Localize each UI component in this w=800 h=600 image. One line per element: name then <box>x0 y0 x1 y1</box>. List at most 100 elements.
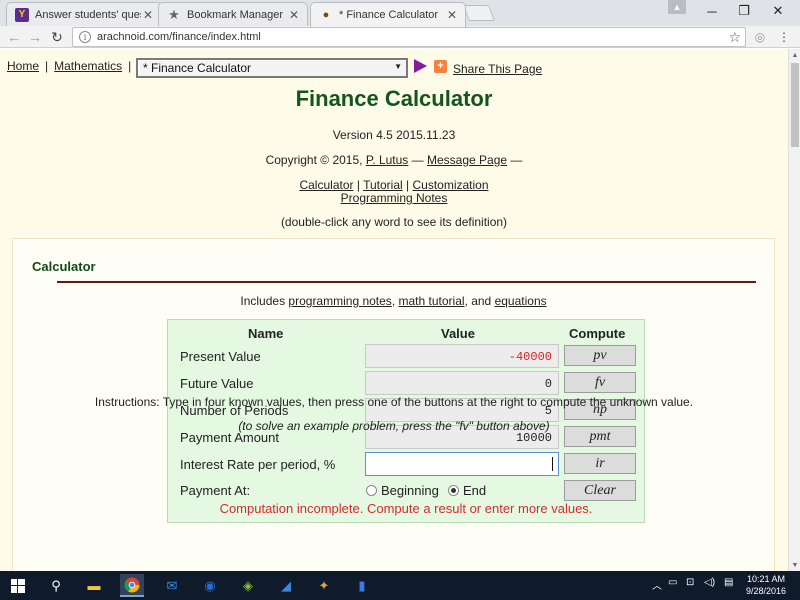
programming-notes-inline-link[interactable]: programming notes <box>288 294 391 308</box>
compute-fv-button[interactable]: fv <box>564 372 636 393</box>
back-icon[interactable]: ← <box>5 28 23 46</box>
extension-icon[interactable]: ◎ <box>752 29 768 45</box>
interest-rate-input[interactable] <box>365 452 559 476</box>
programming-notes-link[interactable]: Programming Notes <box>341 191 448 205</box>
nav-separator: | <box>128 59 132 73</box>
tray-chevron-icon[interactable]: ︿ <box>652 577 662 592</box>
page-title: Finance Calculator <box>295 86 493 111</box>
info-icon[interactable]: i <box>79 31 91 43</box>
clear-button[interactable]: Clear <box>564 480 636 501</box>
file-explorer-icon[interactable]: ▬ <box>82 574 106 597</box>
browser-toolbar: ← → ↻ i arachnoid.com/finance/index.html… <box>0 26 800 48</box>
message-page-link[interactable]: Message Page <box>427 153 507 167</box>
tutorial-link[interactable]: Tutorial <box>363 178 403 192</box>
taskbar-clock[interactable]: 10:21 AM 9/28/2016 <box>744 573 788 597</box>
future-value-label: Future Value <box>180 376 254 391</box>
thunderbird-icon[interactable]: ✉ <box>160 574 184 597</box>
future-value-input[interactable]: 0 <box>365 371 559 395</box>
tab-title: Answer students' questio <box>35 8 141 21</box>
link-separator: | <box>356 178 360 192</box>
star-icon: ★ <box>168 6 180 22</box>
firefox-icon[interactable]: ◉ <box>198 574 222 597</box>
radio-beginning[interactable]: Beginning <box>366 483 439 498</box>
windows-logo-icon <box>11 578 25 593</box>
tab-bookmark-manager[interactable]: ★ Bookmark Manager ✕ <box>158 2 308 26</box>
link-separator: | <box>406 178 410 192</box>
section-divider <box>57 281 756 283</box>
scrollbar-thumb[interactable] <box>791 63 799 147</box>
menu-icon[interactable]: ⋮ <box>776 29 792 45</box>
value-column-header: Value <box>441 326 475 341</box>
go-arrow-icon[interactable] <box>414 59 427 73</box>
page-scrollbar[interactable]: ▲ ▼ <box>788 49 800 571</box>
customization-link[interactable]: Customization <box>412 178 488 192</box>
bookmark-star-icon[interactable]: ☆ <box>728 29 741 46</box>
url-text: arachnoid.com/finance/index.html <box>97 31 261 43</box>
interest-rate-label: Interest Rate per period, % <box>180 457 336 472</box>
windows-start-icon[interactable] <box>6 574 30 597</box>
mathematics-link[interactable]: Mathematics <box>54 59 122 73</box>
web-page: Home | Mathematics | * Finance Calculato… <box>0 49 788 571</box>
text-cursor <box>552 457 553 471</box>
math-tutorial-link[interactable]: math tutorial <box>399 294 465 308</box>
new-tab-button[interactable] <box>463 5 495 21</box>
share-page-link[interactable]: Share This Page <box>453 62 542 76</box>
select-value: * Finance Calculator <box>143 61 252 75</box>
copyright-text: Copyright © 2015, <box>265 153 363 167</box>
chrome-logo-icon <box>124 577 140 592</box>
radio-end-button[interactable] <box>448 485 459 496</box>
radio-end[interactable]: End <box>448 483 486 498</box>
compute-pv-button[interactable]: pv <box>564 345 636 366</box>
compute-column-header: Compute <box>569 326 626 341</box>
close-icon[interactable]: ✕ <box>141 8 155 22</box>
tab-finance-calculator[interactable]: ● * Finance Calculator ✕ <box>310 2 466 27</box>
dash: — <box>411 153 424 167</box>
definition-hint: (double-click any word to see its defini… <box>280 215 508 229</box>
equations-link[interactable]: equations <box>495 294 547 308</box>
author-link[interactable]: P. Lutus <box>366 153 408 167</box>
radio-beginning-button[interactable] <box>366 485 377 496</box>
present-value-input[interactable]: -40000 <box>365 344 559 368</box>
site-nav: Home | Mathematics | <box>7 59 137 73</box>
radio-beginning-label: Beginning <box>381 483 439 498</box>
address-bar[interactable]: i arachnoid.com/finance/index.html ☆ <box>72 27 746 47</box>
forward-icon[interactable]: → <box>26 28 44 46</box>
radio-end-label: End <box>463 483 487 498</box>
volume-icon[interactable]: ◁) <box>704 577 715 588</box>
share-plus-icon[interactable]: + <box>434 60 447 73</box>
app-icon-3[interactable]: ✦ <box>312 574 336 597</box>
tab-title: Bookmark Manager <box>187 8 283 21</box>
yahoo-answers-icon: Y <box>15 7 29 22</box>
page-select-dropdown[interactable]: * Finance Calculator ▼ <box>136 58 408 78</box>
includes-line: Includes programming notes, math tutoria… <box>13 294 774 308</box>
reload-icon[interactable]: ↻ <box>48 28 66 46</box>
home-link[interactable]: Home <box>7 59 39 73</box>
payment-at-label: Payment At: <box>180 483 251 498</box>
window-close-icon[interactable]: ✕ <box>756 0 800 22</box>
app-icon-4[interactable]: ▮ <box>350 574 374 597</box>
status-message: Computation incomplete. Compute a result… <box>219 501 593 516</box>
includes-prefix: Includes <box>240 294 286 308</box>
profile-icon[interactable]: ▲ <box>668 0 686 14</box>
scroll-down-icon[interactable]: ▼ <box>789 559 800 571</box>
compute-ir-button[interactable]: ir <box>564 453 636 474</box>
battery-icon[interactable]: ▭ <box>668 577 677 588</box>
example-note: (to solve an example problem, press the … <box>238 419 550 433</box>
close-icon[interactable]: ✕ <box>287 8 301 22</box>
chevron-down-icon: ▼ <box>394 62 402 71</box>
tab-title: * Finance Calculator <box>339 9 439 21</box>
dash: — <box>510 153 523 167</box>
close-icon[interactable]: ✕ <box>445 8 459 22</box>
app-icon[interactable]: ◈ <box>236 574 260 597</box>
chrome-icon[interactable] <box>120 574 144 597</box>
app-icon-2[interactable]: ◢ <box>274 574 298 597</box>
action-center-icon[interactable]: ▤ <box>724 577 733 588</box>
search-icon[interactable]: ⚲ <box>44 574 68 597</box>
comma: , <box>391 294 396 308</box>
taskbar: ⚲ ▬ ✉ ◉ ◈ ◢ ✦ ▮ ︿ ▭ ⊡ ◁) ▤ 10:21 AM 9/28… <box>0 571 800 600</box>
browser-tab-strip: Y Answer students' questio ✕ ★ Bookmark … <box>0 0 800 27</box>
network-icon[interactable]: ⊡ <box>686 577 694 588</box>
scroll-up-icon[interactable]: ▲ <box>789 49 800 61</box>
tab-answer-students[interactable]: Y Answer students' questio ✕ <box>6 2 162 26</box>
calculator-link[interactable]: Calculator <box>299 178 353 192</box>
